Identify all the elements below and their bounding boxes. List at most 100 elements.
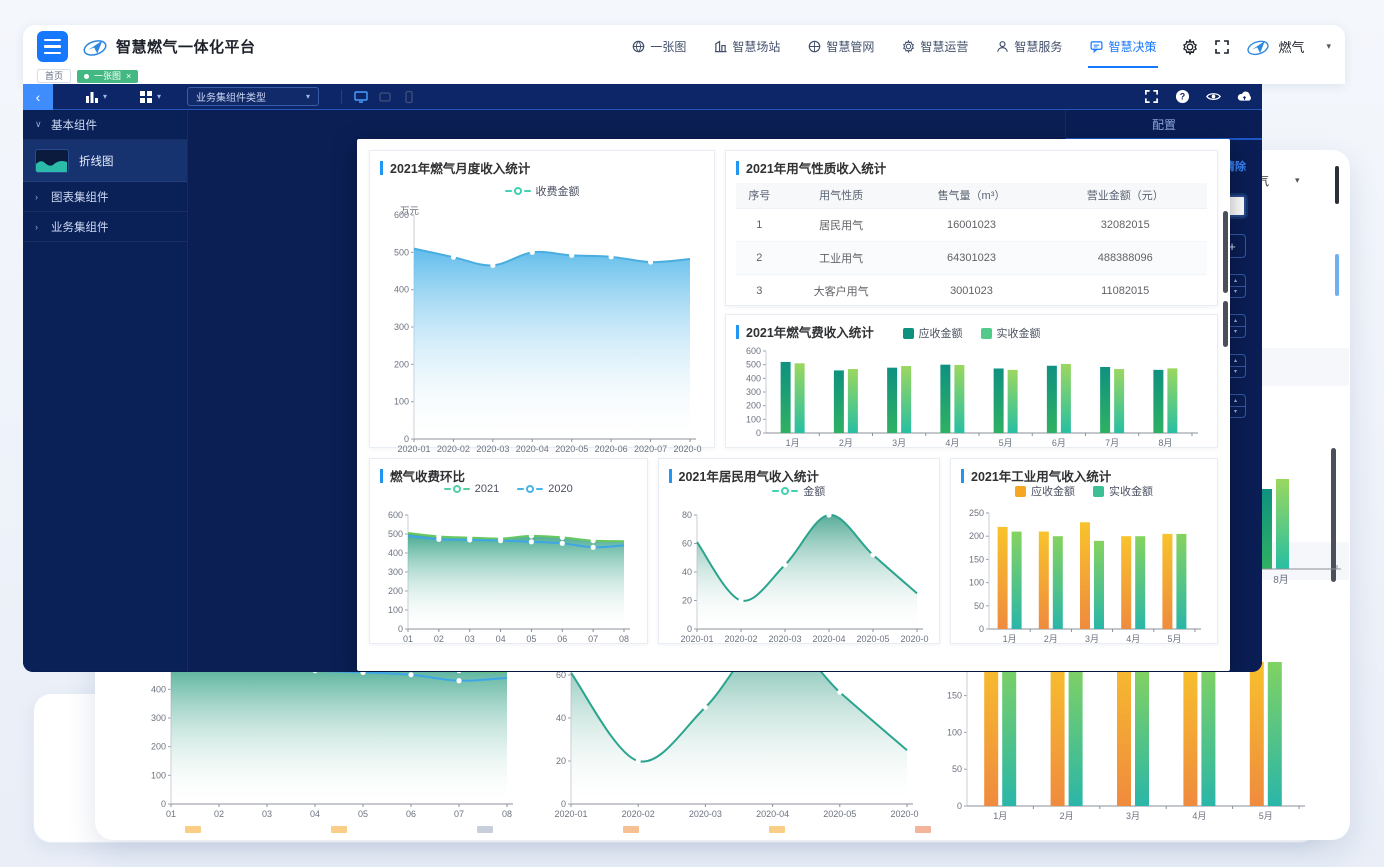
svg-text:60: 60 — [682, 539, 692, 549]
chart-industrial: 0501001502002501月2月3月4月5月 — [961, 503, 1207, 650]
device-preview-group — [341, 90, 416, 104]
component-type-select[interactable]: 业务集组件类型 ▾ — [187, 87, 319, 106]
svg-text:4月: 4月 — [1192, 811, 1206, 821]
fullscreen-icon[interactable] — [1144, 89, 1159, 104]
svg-text:2020-05: 2020-05 — [555, 444, 588, 454]
line-chart-thumbnail-icon — [35, 149, 69, 173]
svg-text:0: 0 — [979, 624, 984, 634]
panel-usage-table: 2021年用气性质收入统计 序号用气性质售气量（m³）营业金额（元） 1居民用气… — [725, 150, 1218, 306]
editor-toolbar: ‹ ▾ ▾ 业务集组件类型 ▾ ? — [23, 84, 1262, 110]
org-logo-icon — [1246, 35, 1270, 59]
svg-text:400: 400 — [746, 373, 761, 383]
modal-scrollbar-thumb[interactable] — [1223, 211, 1228, 293]
editor-content: ∨基本组件折线图›图表集组件›业务集组件 2021年燃气月度收入统计 收费金额 … — [23, 110, 1262, 671]
svg-text:2020-03: 2020-03 — [476, 444, 509, 454]
chart-monthly-income: 01002003004005006002020-012020-022020-03… — [380, 203, 704, 460]
svg-text:08: 08 — [619, 634, 629, 644]
app-title: 智慧燃气一体化平台 — [116, 36, 256, 57]
svg-text:1月: 1月 — [786, 438, 800, 448]
preview-eye-icon[interactable] — [1206, 89, 1221, 104]
org-select[interactable]: 燃气 ▾ — [1278, 37, 1331, 56]
legend-item[interactable]: 金额 — [772, 483, 825, 499]
chart-legend: 2021 2020 — [370, 483, 647, 495]
svg-text:03: 03 — [262, 809, 272, 819]
save-cloud-icon[interactable] — [1237, 89, 1252, 104]
svg-text:03: 03 — [465, 634, 475, 644]
phone-preview-icon[interactable] — [402, 90, 416, 104]
caret-down-icon: ▾ — [157, 92, 161, 101]
svg-text:2020-06: 2020-06 — [595, 444, 628, 454]
svg-text:400: 400 — [388, 548, 403, 558]
svg-text:2020-04: 2020-04 — [756, 809, 789, 819]
desktop-preview-icon[interactable] — [354, 90, 368, 104]
widget-grid-dropdown[interactable]: ▾ — [139, 90, 161, 104]
svg-text:5月: 5月 — [999, 438, 1013, 448]
table-header: 用气性质 — [783, 183, 900, 208]
bw-partial-row-hint — [185, 826, 931, 833]
legend-item[interactable]: 2020 — [517, 483, 572, 495]
svg-text:2020-01: 2020-01 — [554, 809, 587, 819]
nav-item-6[interactable]: 智慧决策 — [1078, 26, 1168, 68]
svg-text:08: 08 — [502, 809, 512, 819]
svg-text:2020-02: 2020-02 — [622, 809, 655, 819]
legend-item[interactable]: 收费金额 — [505, 183, 580, 199]
sidebar-group-1[interactable]: ∨基本组件 — [23, 110, 187, 140]
nav-item-5[interactable]: 智慧服务 — [984, 26, 1074, 68]
svg-text:2月: 2月 — [1044, 634, 1058, 644]
svg-text:600: 600 — [388, 510, 403, 520]
user-icon — [996, 40, 1009, 53]
breadcrumb: 首页 一张图 × — [23, 68, 1345, 84]
sidebar-group-3[interactable]: ›业务集组件 — [23, 212, 187, 242]
tablet-preview-icon[interactable] — [378, 90, 392, 104]
chart-legend: 应收金额 实收金额 — [951, 483, 1217, 499]
nav-item-1[interactable]: 一张图 — [620, 26, 698, 68]
legend-item[interactable]: 2021 — [444, 483, 499, 495]
svg-text:1月: 1月 — [993, 811, 1007, 821]
svg-text:100: 100 — [394, 397, 409, 407]
chart-legend: 收费金额 — [370, 183, 714, 199]
chart-resident: 0204060802020-012020-022020-032020-04202… — [669, 503, 929, 650]
help-icon[interactable]: ? — [1175, 89, 1190, 104]
sidebar-item-line-chart[interactable]: 折线图 — [23, 140, 187, 182]
svg-text:100: 100 — [947, 727, 962, 737]
legend-item[interactable]: 应收金额 — [903, 325, 963, 341]
svg-text:2月: 2月 — [1060, 811, 1074, 821]
svg-text:4月: 4月 — [1126, 634, 1140, 644]
legend-item[interactable]: 应收金额 — [1015, 483, 1075, 499]
table-header: 序号 — [736, 183, 783, 208]
modal-scrollbar-thumb[interactable] — [1223, 301, 1228, 347]
chart-legend: 应收金额 实收金额 — [726, 325, 1217, 341]
svg-text:0: 0 — [398, 624, 403, 634]
globe-icon — [632, 40, 645, 53]
svg-text:500: 500 — [388, 529, 403, 539]
svg-text:200: 200 — [388, 586, 403, 596]
tab-close-icon[interactable]: × — [126, 70, 131, 83]
nav-item-4[interactable]: 智慧运营 — [890, 26, 980, 68]
tab-active[interactable]: 一张图 × — [77, 70, 138, 83]
svg-text:300: 300 — [746, 387, 761, 397]
panel-title: 2021年燃气月度收入统计 — [380, 158, 704, 177]
legend-item[interactable]: 实收金额 — [1093, 483, 1153, 499]
table-row: 3大客户用气300102311082015 — [736, 274, 1207, 307]
svg-text:0: 0 — [161, 799, 166, 809]
legend-item[interactable]: 实收金额 — [981, 325, 1041, 341]
bar-chart-icon — [85, 90, 99, 104]
back-button[interactable]: ‹ — [23, 84, 53, 110]
nav-item-3[interactable]: 智慧管网 — [796, 26, 886, 68]
nav-item-2[interactable]: 智慧场站 — [702, 26, 792, 68]
settings-gear-icon[interactable] — [1182, 39, 1198, 55]
svg-text:1月: 1月 — [1003, 634, 1017, 644]
svg-text:100: 100 — [969, 578, 984, 588]
svg-text:150: 150 — [947, 691, 962, 701]
sidebar-group-2[interactable]: ›图表集组件 — [23, 182, 187, 212]
station-icon — [714, 40, 727, 53]
svg-text:2020-04: 2020-04 — [812, 634, 845, 644]
svg-text:150: 150 — [969, 554, 984, 564]
fullscreen-icon[interactable] — [1214, 39, 1230, 55]
svg-text:01: 01 — [403, 634, 413, 644]
menu-toggle-button[interactable] — [37, 31, 68, 62]
chart-legend: 金额 — [659, 483, 939, 499]
tab-home[interactable]: 首页 — [37, 69, 71, 83]
svg-text:500: 500 — [394, 247, 409, 257]
chart-component-dropdown[interactable]: ▾ — [85, 90, 107, 104]
